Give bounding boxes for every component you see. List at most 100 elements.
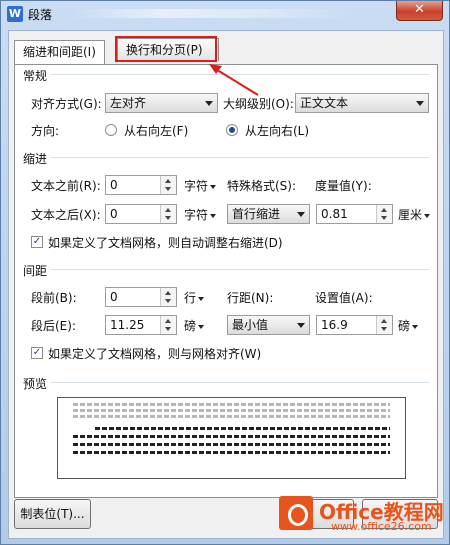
preview-line — [73, 435, 390, 438]
preview-line — [73, 443, 390, 446]
caret-down-icon — [210, 213, 217, 218]
preview-line — [95, 427, 390, 430]
alignment-value: 左对齐 — [110, 96, 147, 110]
dialog-client: 缩进和间距(I) 换行和分页(P) 常规 对齐方式(G): 左对齐 大纲级别(O… — [8, 30, 444, 539]
snap-to-grid-checkbox[interactable]: ✓ — [31, 347, 43, 359]
auto-right-indent-checkbox[interactable]: ✓ — [31, 236, 43, 248]
blurred-title-region — [67, 9, 357, 18]
spin-down-icon — [165, 327, 171, 331]
tab-highlight-box — [115, 36, 217, 62]
spin-up-icon — [381, 319, 387, 323]
preview-line — [73, 403, 390, 406]
watermark: Office教程网 www.office26.com — [279, 494, 444, 538]
section-divider — [23, 157, 429, 158]
caret-down-icon — [198, 296, 205, 301]
spin-buttons[interactable] — [160, 205, 176, 223]
spin-down-icon — [381, 216, 387, 220]
spin-buttons[interactable] — [160, 288, 176, 306]
rtl-label: 从右向左(F) — [124, 124, 189, 138]
outline-level-value: 正文文本 — [300, 96, 349, 110]
unit-text: 厘米 — [398, 208, 423, 222]
preview-line — [73, 451, 390, 454]
indent-before-unit[interactable]: 字符 — [184, 177, 217, 194]
section-divider — [23, 74, 429, 75]
section-divider — [23, 269, 429, 270]
special-format-value: 首行缩进 — [232, 207, 281, 221]
spin-up-icon — [165, 291, 171, 295]
indent-before-value: 0 — [110, 178, 118, 192]
spin-buttons[interactable] — [376, 205, 392, 223]
setting-value-label: 设置值(A): — [315, 291, 373, 305]
unit-text: 磅 — [184, 319, 197, 333]
spin-up-icon — [381, 208, 387, 212]
setting-value: 16.9 — [321, 318, 348, 332]
setting-value-stepper[interactable]: 16.9 — [316, 315, 393, 335]
tab-stops-button[interactable]: 制表位(T)... — [14, 499, 91, 529]
space-before-unit[interactable]: 行 — [184, 289, 205, 306]
radio-ltr[interactable] — [226, 124, 238, 136]
space-before-value: 0 — [110, 290, 118, 304]
space-before-stepper[interactable]: 0 — [105, 287, 177, 307]
indent-before-stepper[interactable]: 0 — [105, 175, 177, 195]
spin-up-icon — [165, 179, 171, 183]
special-format-select[interactable]: 首行缩进 — [227, 204, 310, 224]
spin-down-icon — [165, 299, 171, 303]
unit-text: 磅 — [398, 319, 411, 333]
spin-down-icon — [165, 187, 171, 191]
space-after-stepper[interactable]: 11.25 — [105, 315, 177, 335]
measure-label: 度量值(Y): — [315, 179, 372, 193]
preview-box — [57, 397, 406, 479]
alignment-select[interactable]: 左对齐 — [105, 93, 218, 113]
unit-text: 字符 — [184, 208, 209, 222]
window-title: 段落 — [28, 8, 53, 22]
caret-down-icon — [198, 324, 205, 329]
chevron-down-icon — [297, 212, 305, 217]
close-button[interactable]: ✕ — [396, 1, 443, 21]
indent-after-value: 0 — [110, 207, 118, 221]
line-spacing-select[interactable]: 最小值 — [227, 315, 310, 335]
chevron-down-icon — [297, 323, 305, 328]
spin-down-icon — [165, 216, 171, 220]
measure-unit[interactable]: 厘米 — [398, 206, 431, 223]
outline-level-select[interactable]: 正文文本 — [295, 93, 429, 113]
spin-buttons[interactable] — [376, 316, 392, 334]
indent-before-label: 文本之前(R): — [31, 179, 101, 193]
space-after-value: 11.25 — [110, 318, 145, 332]
space-before-label: 段前(B): — [31, 291, 77, 305]
spin-up-icon — [165, 319, 171, 323]
ltr-label: 从左向右(L) — [245, 124, 310, 138]
spin-up-icon — [165, 208, 171, 212]
space-after-unit[interactable]: 磅 — [184, 317, 205, 334]
office-logo-icon — [279, 496, 313, 530]
radio-rtl[interactable] — [105, 124, 117, 136]
auto-right-indent-label: 如果定义了文档网格，则自动调整右缩进(D) — [48, 236, 283, 250]
indent-after-label: 文本之后(X): — [31, 208, 101, 222]
chevron-down-icon — [205, 101, 213, 106]
unit-text: 字符 — [184, 179, 209, 193]
tab-indent-spacing[interactable]: 缩进和间距(I) — [14, 40, 105, 64]
alignment-label: 对齐方式(G): — [31, 97, 102, 111]
spin-buttons[interactable] — [160, 316, 176, 334]
chevron-down-icon — [416, 101, 424, 106]
indent-after-unit[interactable]: 字符 — [184, 206, 217, 223]
preview-line — [73, 409, 390, 412]
caret-down-icon — [210, 184, 217, 189]
section-general-title: 常规 — [23, 67, 52, 84]
indent-after-stepper[interactable]: 0 — [105, 204, 177, 224]
setting-value-unit[interactable]: 磅 — [398, 317, 419, 334]
spin-buttons[interactable] — [160, 176, 176, 194]
watermark-site: www.office26.com — [331, 520, 432, 533]
outline-level-label: 大纲级别(O): — [223, 97, 294, 111]
preview-line — [73, 415, 390, 418]
section-spacing-title: 间距 — [23, 262, 52, 279]
line-spacing-label: 行距(N): — [227, 291, 274, 305]
direction-label: 方向: — [31, 124, 60, 138]
caret-down-icon — [412, 324, 419, 329]
special-format-label: 特殊格式(S): — [227, 179, 297, 193]
snap-to-grid-label: 如果定义了文档网格，则与网格对齐(W) — [48, 347, 262, 361]
measure-stepper[interactable]: 0.81 — [316, 204, 393, 224]
caret-down-icon — [424, 213, 431, 218]
section-indent-title: 缩进 — [23, 150, 52, 167]
title-bar[interactable]: W 段落 ✕ — [1, 1, 449, 27]
unit-text: 行 — [184, 291, 197, 305]
